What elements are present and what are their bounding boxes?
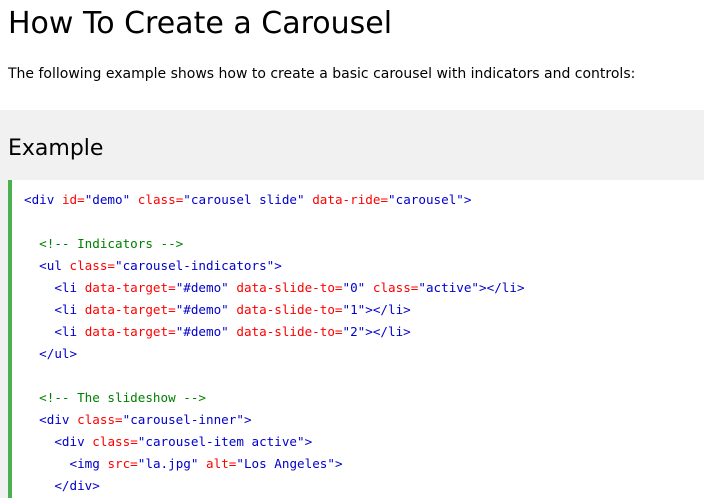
- code-line: <img src="la.jpg" alt="Los Angeles">: [24, 453, 525, 475]
- code-tag-token: </div>: [54, 478, 100, 493]
- code-value-token: "#demo": [175, 302, 229, 317]
- code-line: <ul class="carousel-indicators">: [24, 255, 525, 277]
- code-tag-token: <div: [24, 192, 55, 207]
- page-title: How To Create a Carousel: [8, 6, 393, 41]
- code-tag-token: ></li>: [479, 280, 525, 295]
- code-whitespace-token: [24, 346, 39, 361]
- code-attribute-token: alt=: [206, 456, 237, 471]
- code-attribute-token: data-target=: [84, 324, 176, 339]
- code-line: <div class="carousel-item active">: [24, 431, 525, 453]
- code-tag-token: <img: [69, 456, 100, 471]
- code-value-token: "2": [342, 324, 366, 339]
- code-line: <li data-target="#demo" data-slide-to="1…: [24, 299, 525, 321]
- tutorial-page: How To Create a Carousel The following e…: [0, 0, 704, 498]
- code-tag-token: <li: [54, 302, 78, 317]
- code-whitespace-token: [54, 192, 62, 207]
- code-value-token: "carousel": [388, 192, 464, 207]
- code-value-token: "la.jpg": [137, 456, 199, 471]
- intro-paragraph: The following example shows how to creat…: [8, 66, 636, 82]
- code-tag-token: >: [334, 456, 343, 471]
- code-tag-token: >: [274, 258, 282, 273]
- code-whitespace-token: [24, 478, 54, 493]
- code-value-token: "carousel-indicators": [115, 258, 275, 273]
- code-tag-token: <div: [39, 412, 70, 427]
- code-attribute-token: data-target=: [84, 280, 176, 295]
- code-line: <div class="carousel-inner">: [24, 409, 525, 431]
- code-whitespace-token: [77, 280, 85, 295]
- code-attribute-token: data-slide-to=: [236, 302, 343, 317]
- code-block[interactable]: <div id="demo" class="carousel slide" da…: [8, 180, 704, 498]
- code-value-token: "carousel-item active": [137, 434, 305, 449]
- code-attribute-token: data-target=: [84, 302, 176, 317]
- code-whitespace-token: [24, 324, 54, 339]
- code-whitespace-token: [24, 390, 39, 405]
- code-attribute-token: src=: [107, 456, 138, 471]
- code-line: <div id="demo" class="carousel slide" da…: [24, 189, 525, 211]
- code-whitespace-token: [24, 236, 39, 251]
- code-attribute-token: data-slide-to=: [236, 280, 343, 295]
- code-attribute-token: class=: [137, 192, 184, 207]
- code-comment-token: <!-- Indicators -->: [39, 236, 184, 251]
- code-whitespace-token: [24, 280, 54, 295]
- code-value-token: "carousel slide": [183, 192, 305, 207]
- code-tag-token: >: [463, 192, 472, 207]
- code-line: <li data-target="#demo" data-slide-to="0…: [24, 277, 525, 299]
- code-tag-token: >: [243, 412, 252, 427]
- code-attribute-token: class=: [92, 434, 138, 449]
- code-whitespace-token: [198, 456, 206, 471]
- code-tag-token: <ul: [39, 258, 62, 273]
- code-whitespace-token: [24, 456, 70, 471]
- code-line: <li data-target="#demo" data-slide-to="2…: [24, 321, 525, 343]
- code-tag-token: <li: [54, 280, 78, 295]
- code-tag-token: ></li>: [365, 302, 411, 317]
- code-line: </ul>: [24, 343, 525, 365]
- code-whitespace-token: [24, 412, 39, 427]
- code-whitespace-token: [365, 280, 373, 295]
- code-tag-token: <li: [54, 324, 78, 339]
- code-value-token: "1": [342, 302, 366, 317]
- code-tag-token: >: [304, 434, 313, 449]
- code-tag-token: <div: [54, 434, 85, 449]
- code-whitespace-token: [77, 302, 85, 317]
- example-panel: Example <div id="demo" class="carousel s…: [0, 110, 704, 498]
- code-comment-token: <!-- The slideshow -->: [39, 390, 206, 405]
- code-whitespace-token: [24, 302, 54, 317]
- code-attribute-token: data-ride=: [312, 192, 389, 207]
- code-value-token: "0": [342, 280, 366, 295]
- code-value-token: "carousel-inner": [122, 412, 244, 427]
- code-whitespace-token: [130, 192, 138, 207]
- code-line: <!-- Indicators -->: [24, 233, 525, 255]
- code-attribute-token: class=: [77, 412, 123, 427]
- code-value-token: "#demo": [175, 324, 229, 339]
- code-line: <!-- The slideshow -->: [24, 387, 525, 409]
- code-line: </div>: [24, 475, 525, 497]
- code-value-token: "#demo": [175, 280, 229, 295]
- code-value-token: "demo": [84, 192, 131, 207]
- code-value-token: "Los Angeles": [236, 456, 335, 471]
- code-tag-token: </ul>: [39, 346, 78, 361]
- code-lines: <div id="demo" class="carousel slide" da…: [24, 189, 525, 497]
- code-whitespace-token: [24, 434, 54, 449]
- code-attribute-token: data-slide-to=: [236, 324, 343, 339]
- code-whitespace-token: [62, 258, 70, 273]
- code-value-token: "active": [418, 280, 480, 295]
- code-whitespace-token: [77, 324, 85, 339]
- code-whitespace-token: [24, 258, 39, 273]
- example-heading: Example: [8, 136, 104, 161]
- code-whitespace-token: [70, 412, 78, 427]
- code-tag-token: ></li>: [365, 324, 411, 339]
- code-attribute-token: id=: [61, 192, 85, 207]
- code-attribute-token: class=: [69, 258, 116, 273]
- code-attribute-token: class=: [372, 280, 419, 295]
